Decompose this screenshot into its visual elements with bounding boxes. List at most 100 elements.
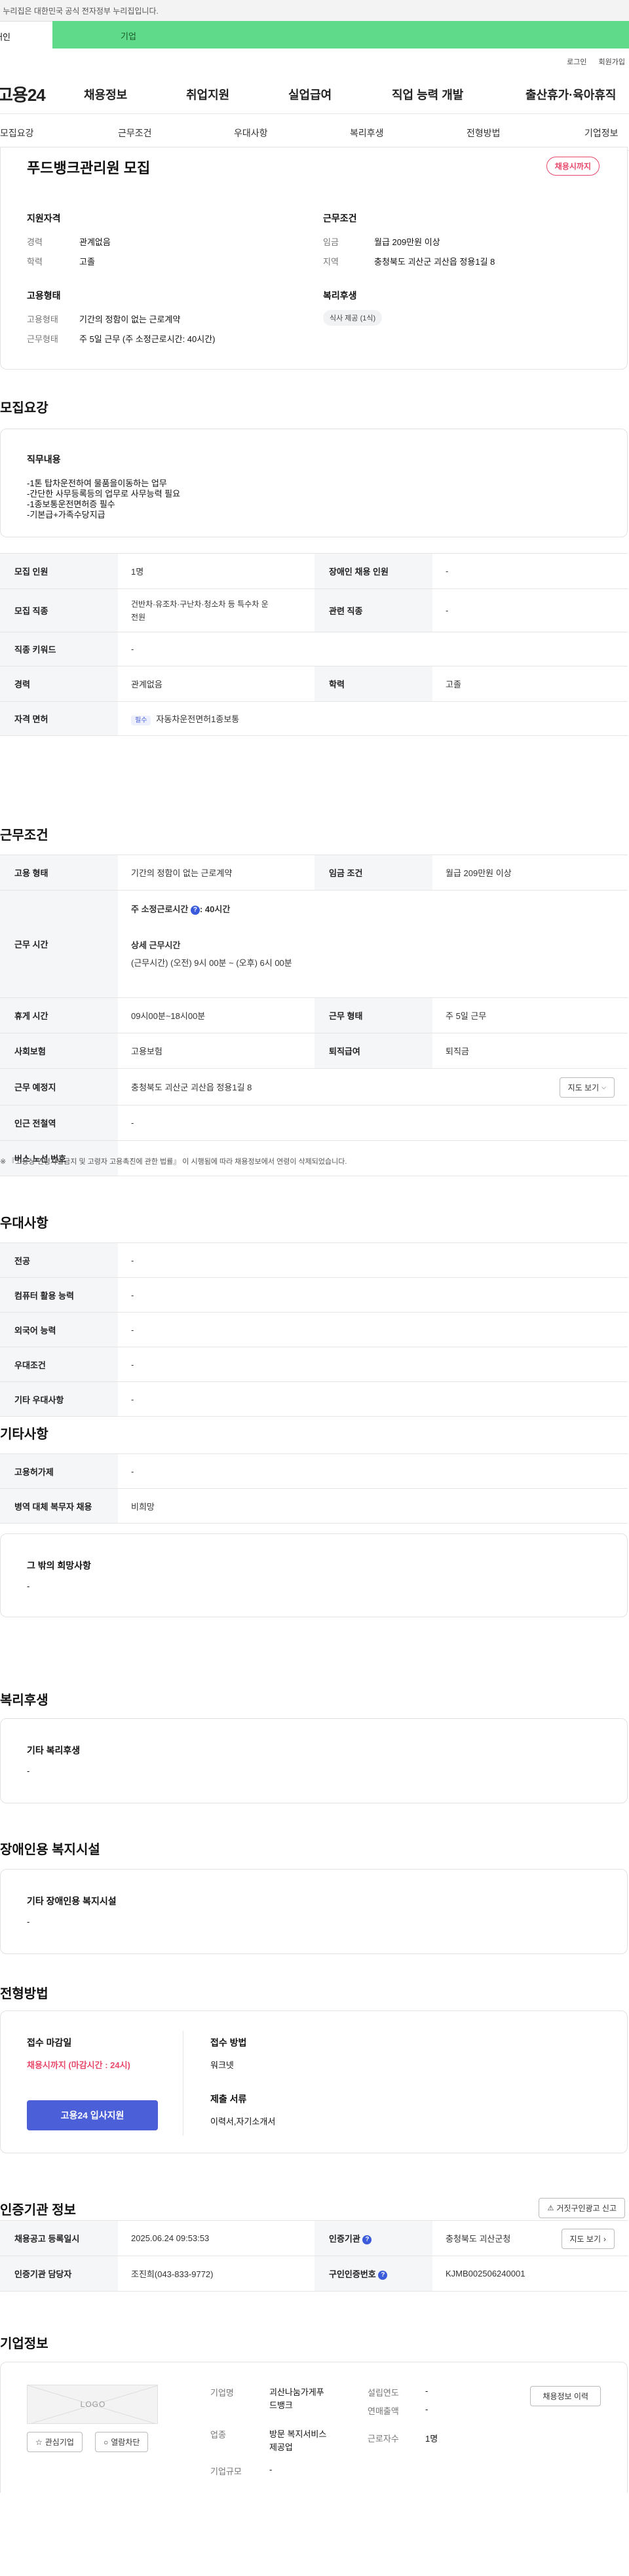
table-row: 병역 대체 복무자 채용 비희망 xyxy=(0,1488,628,1524)
edu-label: 학력 xyxy=(27,257,43,267)
other-wishes-value: - xyxy=(27,1581,30,1591)
weekly-hours-label: 주 소정근로시간 xyxy=(131,904,189,914)
false-ad-report-button[interactable]: ⚠ 거짓구인광고 신고 xyxy=(539,2198,625,2218)
company-logo: LOGO xyxy=(27,2385,158,2424)
tab-individual[interactable]: 개인 xyxy=(0,21,52,48)
table-row: 모집 인원 1명 장애인 채용 인원 - xyxy=(0,553,628,589)
docs-value: 이력서,자기소개서 xyxy=(210,2117,276,2126)
agency-key-label: 인증기관 xyxy=(329,2234,360,2244)
table-row: 컴퓨터 활용 능력 - xyxy=(0,1277,628,1313)
table-row: 인증기관 담당자 조진희(043-833-9772) 구인인증번호 ? KJMB… xyxy=(0,2256,628,2292)
row-value: 비희망 xyxy=(118,1488,628,1524)
row-key: 학력 xyxy=(314,666,432,702)
row-value: - xyxy=(118,632,628,666)
row-value: 충청북도 괴산군 괴산읍 정용1길 8 지도 보기 ⌵ xyxy=(118,1068,628,1105)
career-value: 관계없음 xyxy=(79,237,111,247)
recruit-table: 모집 인원 1명 장애인 채용 인원 - 모집 직종 건반차·유조차·구난차·청… xyxy=(0,553,628,736)
subnav-company[interactable]: 기업정보 xyxy=(584,126,619,140)
sales-label: 연매출액 xyxy=(368,2406,399,2416)
preferences-title: 우대사항 xyxy=(0,1216,48,1231)
nav-job-skills[interactable]: 직업 능력 개발 xyxy=(392,86,463,103)
disabled-value: - xyxy=(27,1917,30,1927)
favorite-company-button[interactable]: ☆ 관심기업 xyxy=(27,2432,83,2452)
company-name-label: 기업명 xyxy=(210,2388,234,2398)
help-icon[interactable]: ? xyxy=(362,2235,372,2244)
job-category-line2: 전원 xyxy=(131,612,146,622)
recruit-history-button[interactable]: 채용정보 이력 xyxy=(530,2386,601,2406)
table-row: 모집 직종 건반차·유조차·구난차·청소차 등 특수차 운 전원 관련 직종 - xyxy=(0,588,628,632)
deadline-label: 접수 마감일 xyxy=(27,2037,72,2048)
industry-value: 방문 복지서비스 제공업 xyxy=(269,2428,326,2454)
signup-link[interactable]: 회원가입 xyxy=(599,56,625,67)
founded-value: - xyxy=(425,2386,429,2396)
map-button[interactable]: 지도 보기 ⌵ xyxy=(559,1077,615,1098)
table-row: 사회보험 고용보험 퇴직급여 퇴직금 xyxy=(0,1033,628,1069)
row-value: 고용보험 xyxy=(118,1033,314,1069)
row-key: 관련 직종 xyxy=(314,588,432,632)
etc-section: 기타사항 고용허가제 - 병역 대체 복무자 채용 비희망 그 밖의 희망사항 - xyxy=(0,1371,629,1620)
subnav-conditions[interactable]: 근무조건 xyxy=(118,126,152,140)
site-logo[interactable]: 고용24 xyxy=(0,82,79,106)
row-value: - xyxy=(118,1312,628,1347)
row-value: 퇴직금 xyxy=(432,1033,628,1069)
welfare-title: 복리후생 xyxy=(0,1693,48,1708)
report-button-label: 거짓구인광고 신고 xyxy=(556,2204,617,2213)
help-icon[interactable]: ? xyxy=(190,905,200,915)
job-title: 푸드뱅크관리원 모집 xyxy=(27,160,151,176)
nav-employment-support[interactable]: 취업지원 xyxy=(186,86,229,103)
employees-value: 1명 xyxy=(425,2434,438,2444)
apply-button[interactable]: 고용24 입사지원 xyxy=(27,2100,158,2130)
row-value: 주 소정근로시간 ?: 40시간 상세 근무시간 (근무시간) (오전) 9시 … xyxy=(118,890,628,998)
block-view-button[interactable]: ○ 열람차단 xyxy=(95,2432,149,2452)
logo-text: LOGO xyxy=(80,2400,106,2409)
company-size-value: - xyxy=(269,2465,273,2474)
row-value: 2025.06.24 09:53:53 xyxy=(118,2220,314,2256)
nav-parental-leave[interactable]: 출산휴가·육아휴직 xyxy=(525,86,616,103)
agency-table: 채용공고 등록일시 2025.06.24 09:53:53 인증기관 ? 충청북… xyxy=(0,2220,628,2292)
row-key: 근무 시간 xyxy=(0,890,118,998)
agency-title: 인증기관 정보 xyxy=(0,2203,76,2218)
table-row: 고용허가제 - xyxy=(0,1453,628,1489)
nav-jobs[interactable]: 채용정보 xyxy=(84,86,127,103)
table-row: 전공 - xyxy=(0,1242,628,1278)
required-tag: 필수 xyxy=(131,716,151,725)
employ-type-value: 기간의 정함이 없는 근로계약 xyxy=(79,315,181,324)
method-value: 워크넷 xyxy=(210,2060,234,2070)
row-key: 임금 조건 xyxy=(314,855,432,891)
row-key: 채용공고 등록일시 xyxy=(0,2220,118,2256)
tab-corporate[interactable]: 기업 xyxy=(52,21,629,48)
company-name-line1: 괴산나눔가게푸 xyxy=(269,2387,324,2397)
subnav-process[interactable]: 전형방법 xyxy=(467,126,501,140)
block-label: 열람차단 xyxy=(111,2438,140,2447)
docs-label: 제출 서류 xyxy=(210,2094,247,2104)
process-card: 접수 마감일 채용시까지 (마감시간 : 24시) 고용24 입사지원 접수 방… xyxy=(0,2010,628,2153)
login-link[interactable]: 로그인 xyxy=(567,56,586,67)
row-value: 관계없음 xyxy=(118,666,314,702)
company-size-label: 기업규모 xyxy=(210,2467,242,2476)
subnav-preferences[interactable]: 우대사항 xyxy=(234,126,268,140)
conditions-table: 고용 형태 기간의 정함이 없는 근로계약 임금 조건 월급 209만원 이상 … xyxy=(0,855,628,1176)
table-row: 인근 전철역 - xyxy=(0,1105,628,1141)
duty-card: 직무내용 -1톤 탑차운전하여 물품을이동하는 업무 -간단한 사무등록등의 업… xyxy=(0,429,628,537)
subnav-welfare[interactable]: 복리후생 xyxy=(350,126,384,140)
map-button-label: 지도 보기 xyxy=(567,1083,600,1092)
row-key: 퇴직급여 xyxy=(314,1033,432,1069)
preferences-section: 우대사항 전공 - 컴퓨터 활용 능력 - 외국어 능력 - 우대조건 - 기타 우대사… xyxy=(0,1174,629,1417)
row-key: 근무 형태 xyxy=(314,997,432,1033)
employees-label: 근로자수 xyxy=(368,2434,399,2444)
help-icon[interactable]: ? xyxy=(378,2270,388,2280)
row-value: 1명 xyxy=(118,553,314,589)
row-key: 직종 키워드 xyxy=(0,632,118,666)
detail-hours-title: 상세 근무시간 xyxy=(131,940,181,950)
conditions-title: 근무조건 xyxy=(0,828,48,843)
industry-line2: 제공업 xyxy=(269,2442,293,2452)
other-wishes-heading: 그 밖의 희망사항 xyxy=(27,1560,91,1571)
industry-label: 업종 xyxy=(210,2430,226,2440)
method-label: 접수 방법 xyxy=(210,2037,247,2048)
subnav-recruit[interactable]: 모집요강 xyxy=(0,126,34,140)
license-value: 자동차운전면허1종보통 xyxy=(156,714,240,724)
table-row: 채용공고 등록일시 2025.06.24 09:53:53 인증기관 ? 충청북… xyxy=(0,2220,628,2256)
nav-unemployment-benefit[interactable]: 실업급여 xyxy=(288,86,332,103)
row-key: 사회보험 xyxy=(0,1033,118,1069)
agency-map-button[interactable]: 지도 보기 › xyxy=(561,2229,615,2249)
